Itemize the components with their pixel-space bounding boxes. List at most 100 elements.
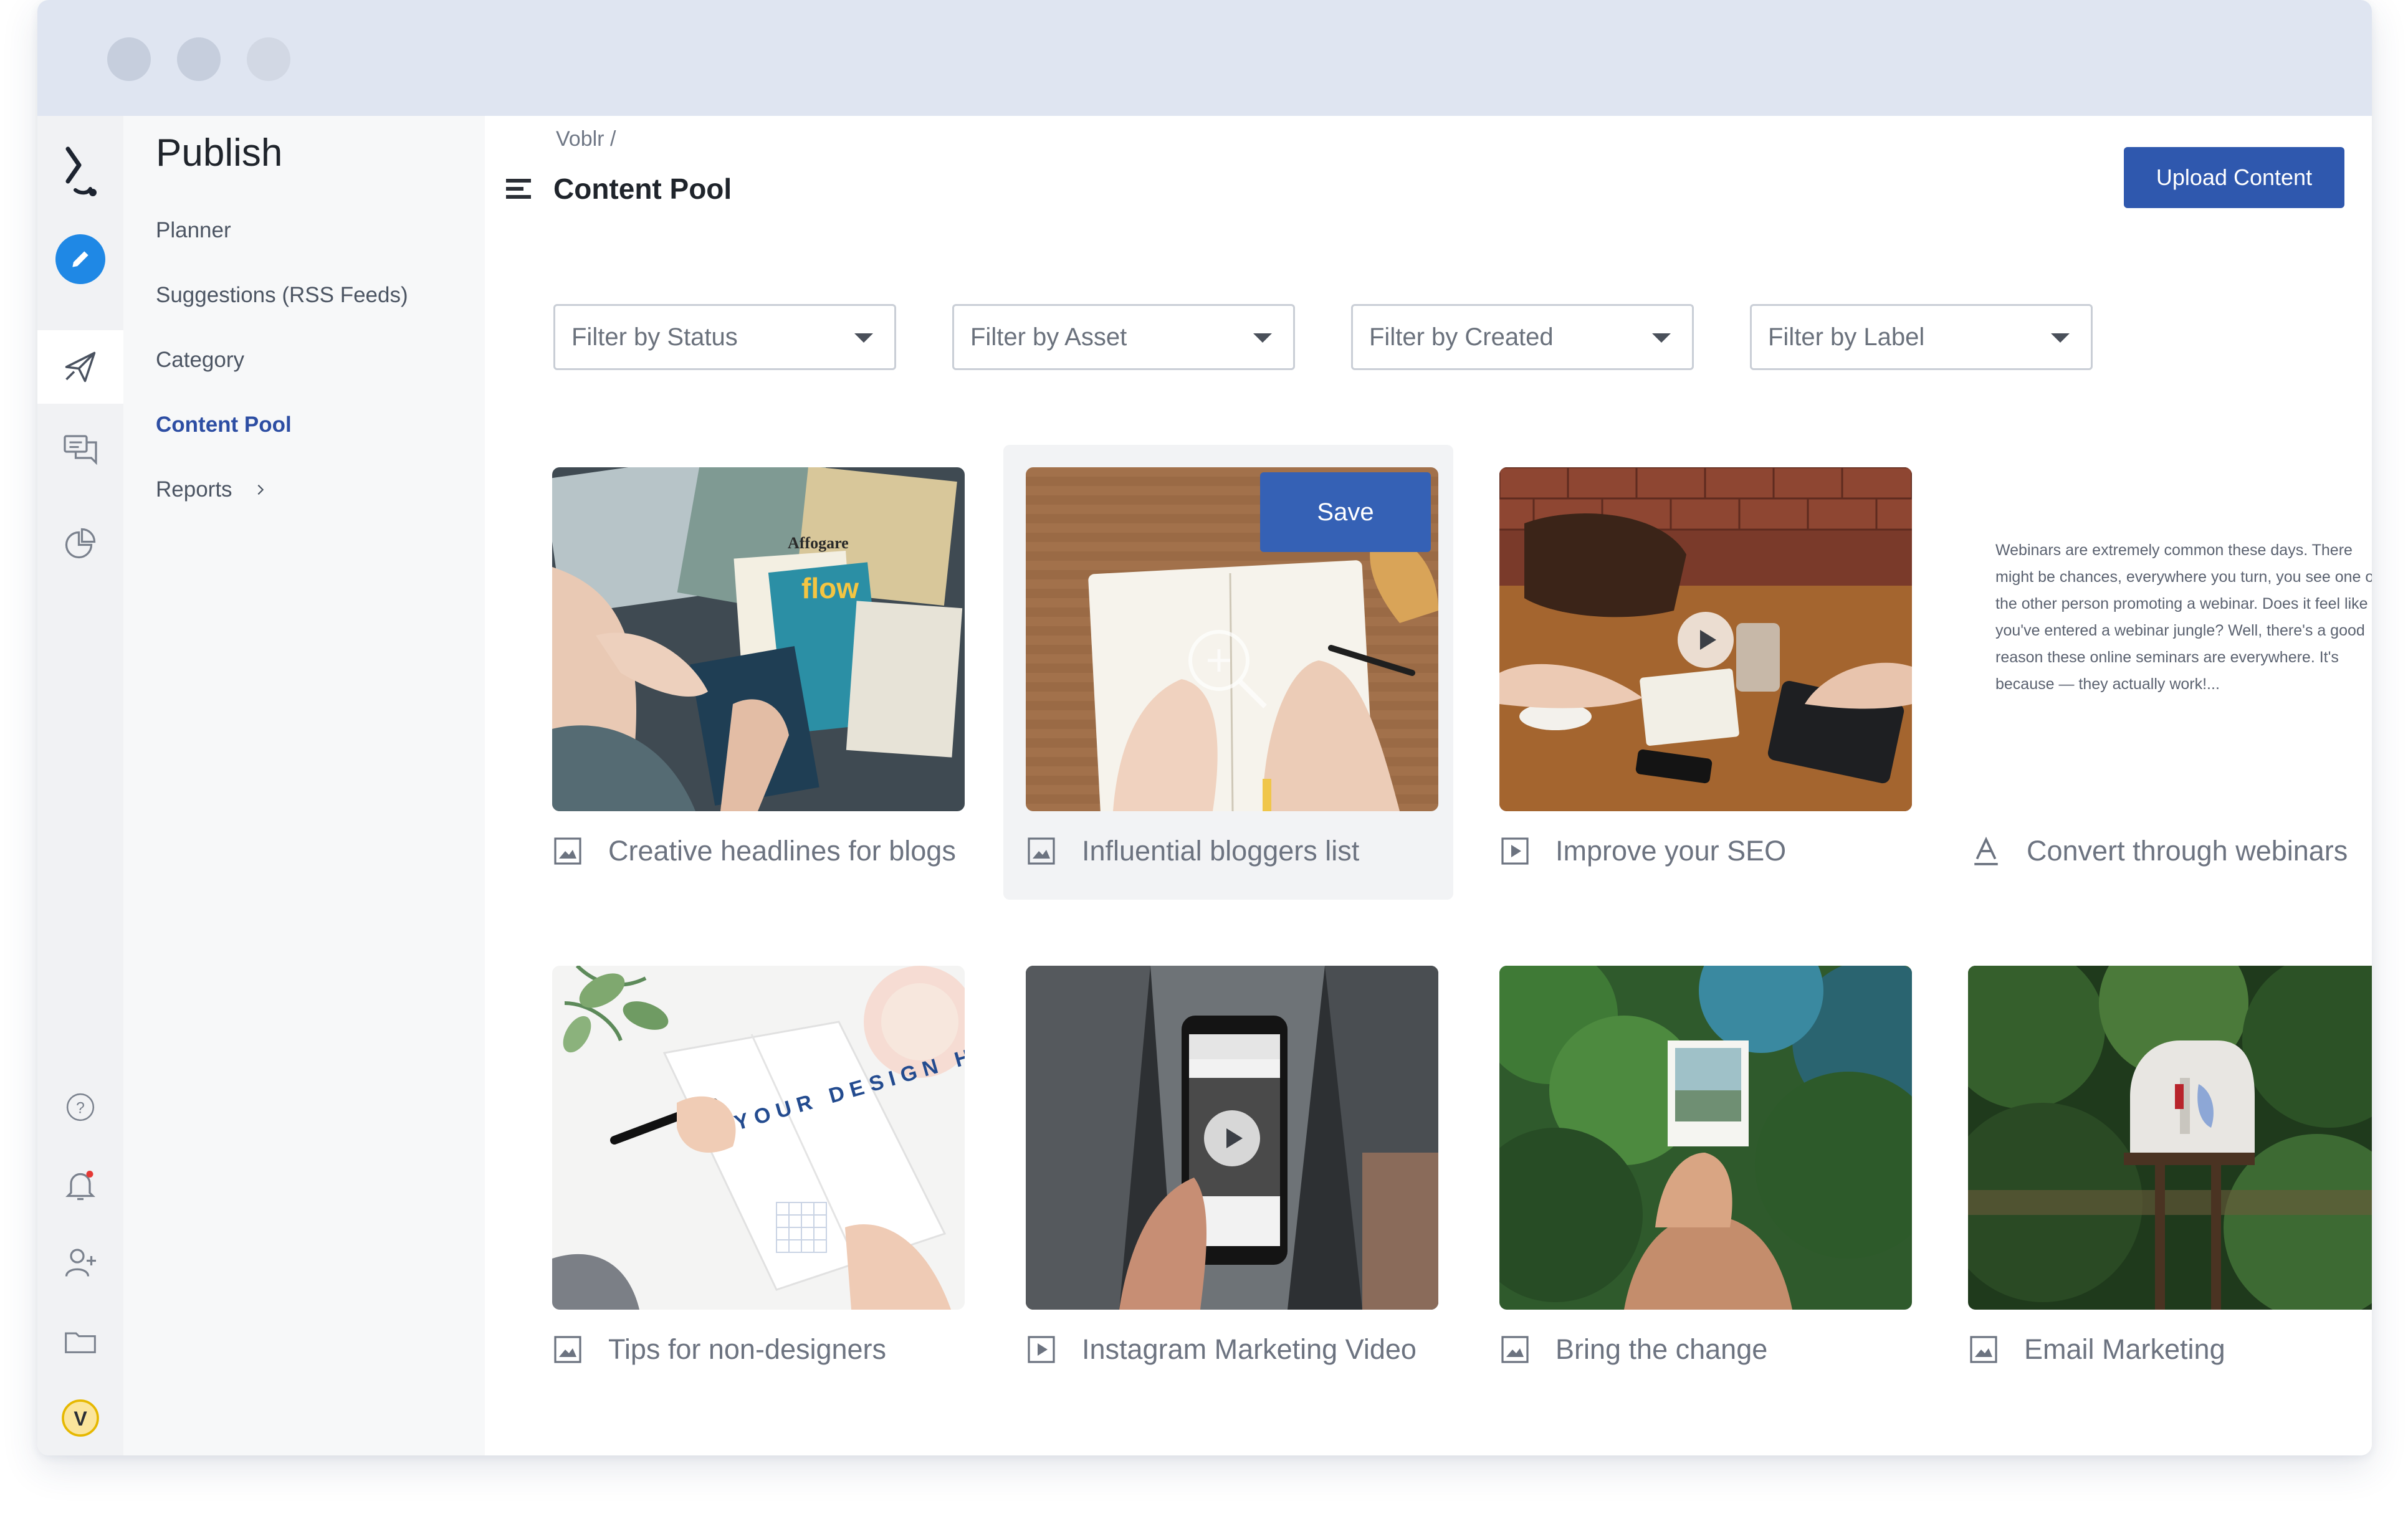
folder-icon <box>65 1332 96 1353</box>
edit-icon[interactable] <box>55 234 105 284</box>
video-type-icon <box>1026 1334 1057 1365</box>
card-title: Tips for non-designers <box>608 1333 887 1365</box>
filter-placeholder: Filter by Created <box>1369 323 1554 351</box>
card-caption: Bring the change <box>1499 1333 1767 1366</box>
play-icon[interactable] <box>1678 612 1734 668</box>
card-caption: Convert through webinars <box>1971 835 2348 867</box>
rail-item-publish[interactable] <box>37 330 123 404</box>
card-text-preview: Webinars are extremely common these days… <box>1995 541 2372 693</box>
app-window: ? V Publish Planner Suggestions (RSS Fee… <box>37 0 2372 1455</box>
card-thumbnail[interactable] <box>1968 966 2372 1310</box>
subnav-item-label: Content Pool <box>156 412 292 437</box>
logo-icon[interactable] <box>37 135 123 209</box>
subnav-item-category[interactable]: Category <box>156 348 244 373</box>
card-thumbnail[interactable] <box>1499 467 1912 811</box>
caret-down-icon <box>2051 333 2070 343</box>
rail-item-compose[interactable] <box>37 228 123 290</box>
card-caption: Improve your SEO <box>1499 835 1786 867</box>
card-caption: Email Marketing <box>1968 1333 2225 1366</box>
subnav-item-content-pool[interactable]: Content Pool <box>156 412 292 437</box>
image-type-icon <box>552 836 583 867</box>
card-caption: Tips for non-designers <box>552 1333 886 1366</box>
menu-lines-icon[interactable] <box>506 176 533 201</box>
rail-item-files[interactable] <box>37 1311 123 1373</box>
notification-dot <box>86 1171 93 1178</box>
image-type-icon <box>1968 1334 1999 1365</box>
filter-placeholder: Filter by Asset <box>970 323 1127 351</box>
save-button[interactable]: Save <box>1260 472 1431 552</box>
window-minimize-dot[interactable] <box>177 37 221 81</box>
rail-item-analytics[interactable] <box>37 512 123 574</box>
card-caption: Instagram Marketing Video <box>1026 1333 1417 1366</box>
breadcrumb[interactable]: Voblr / <box>556 127 616 151</box>
sketchbook-photo: YOUR DESIGN HERE <box>552 966 965 1310</box>
rail-item-brand[interactable]: V <box>37 1387 123 1449</box>
svg-text:Affogare: Affogare <box>788 534 849 552</box>
text-type-icon <box>1971 836 2002 867</box>
caret-down-icon <box>1652 333 1671 343</box>
play-icon[interactable] <box>1204 1110 1260 1166</box>
filter-status-select[interactable]: Filter by Status <box>553 304 896 370</box>
publish-subnav: Publish Planner Suggestions (RSS Feeds) … <box>123 116 485 1455</box>
card-title: Influential bloggers list <box>1082 835 1360 867</box>
card-title: Email Marketing <box>2024 1333 2225 1365</box>
card-thumbnail[interactable]: Affogare flow <box>552 467 965 811</box>
window-titlebar <box>37 0 2372 116</box>
brand-icon: V <box>62 1399 99 1437</box>
caret-down-icon <box>1253 333 1272 343</box>
pie-chart-icon <box>65 528 96 559</box>
video-type-icon <box>1499 836 1531 867</box>
image-type-icon <box>552 1334 583 1365</box>
card-title: Improve your SEO <box>1555 835 1787 867</box>
card-thumbnail[interactable] <box>1499 966 1912 1310</box>
window-maximize-dot[interactable] <box>247 37 290 81</box>
page-header: Content Pool <box>506 172 732 206</box>
card-caption: Creative headlines for blogs <box>552 835 956 867</box>
image-type-icon <box>1026 836 1057 867</box>
filter-created-select[interactable]: Filter by Created <box>1351 304 1694 370</box>
subnav-item-label: Suggestions (RSS Feeds) <box>156 283 408 307</box>
subnav-item-label: Category <box>156 348 245 372</box>
filter-placeholder: Filter by Label <box>1768 323 1925 351</box>
help-icon: ? <box>66 1093 95 1121</box>
image-type-icon <box>1499 1334 1531 1365</box>
filter-placeholder: Filter by Status <box>571 323 738 351</box>
card-thumbnail[interactable] <box>1026 966 1438 1310</box>
rail-item-help[interactable]: ? <box>37 1079 123 1135</box>
card-thumbnail[interactable]: Save <box>1026 467 1438 811</box>
page-title: Content Pool <box>553 173 732 205</box>
subnav-item-reports[interactable]: Reports <box>156 477 267 502</box>
card-text-preview-area[interactable]: Webinars are extremely common these days… <box>1971 467 2372 811</box>
content-pool-main: Voblr / Content Pool Upload Content Filt… <box>485 116 2372 1455</box>
svg-text:?: ? <box>76 1099 85 1116</box>
subnav-item-planner[interactable]: Planner <box>156 218 231 243</box>
window-close-dot[interactable] <box>107 37 151 81</box>
subnav-title: Publish <box>156 131 283 174</box>
chevron-right-icon <box>257 484 264 495</box>
bell-icon <box>65 1171 95 1201</box>
card-title: Convert through webinars <box>2027 835 2348 867</box>
subnav-item-label: Reports <box>156 477 232 502</box>
logo-icon-svg <box>65 146 97 196</box>
subnav-item-suggestions[interactable]: Suggestions (RSS Feeds) <box>156 283 408 308</box>
caret-down-icon <box>854 333 873 343</box>
card-title: Instagram Marketing Video <box>1082 1333 1417 1365</box>
svg-text:flow: flow <box>801 572 859 604</box>
upload-content-button[interactable]: Upload Content <box>2124 147 2344 208</box>
filter-asset-select[interactable]: Filter by Asset <box>952 304 1295 370</box>
card-thumbnail[interactable]: YOUR DESIGN HERE <box>552 966 965 1310</box>
filter-label-select[interactable]: Filter by Label <box>1750 304 2093 370</box>
chat-icon <box>64 435 97 465</box>
magazines-photo: Affogare flow <box>552 467 965 811</box>
card-caption: Influential bloggers list <box>1026 835 1359 867</box>
polaroid-photo <box>1499 966 1912 1310</box>
card-title: Bring the change <box>1555 1333 1768 1365</box>
paper-plane-icon <box>65 351 96 383</box>
mailbox-photo <box>1968 966 2372 1310</box>
rail-item-team[interactable] <box>37 1231 123 1293</box>
subnav-item-label: Planner <box>156 218 231 242</box>
svg-text:V: V <box>74 1407 87 1430</box>
icon-rail: ? V <box>37 116 123 1455</box>
rail-item-notifications[interactable] <box>37 1154 123 1216</box>
rail-item-messages[interactable] <box>37 417 123 480</box>
